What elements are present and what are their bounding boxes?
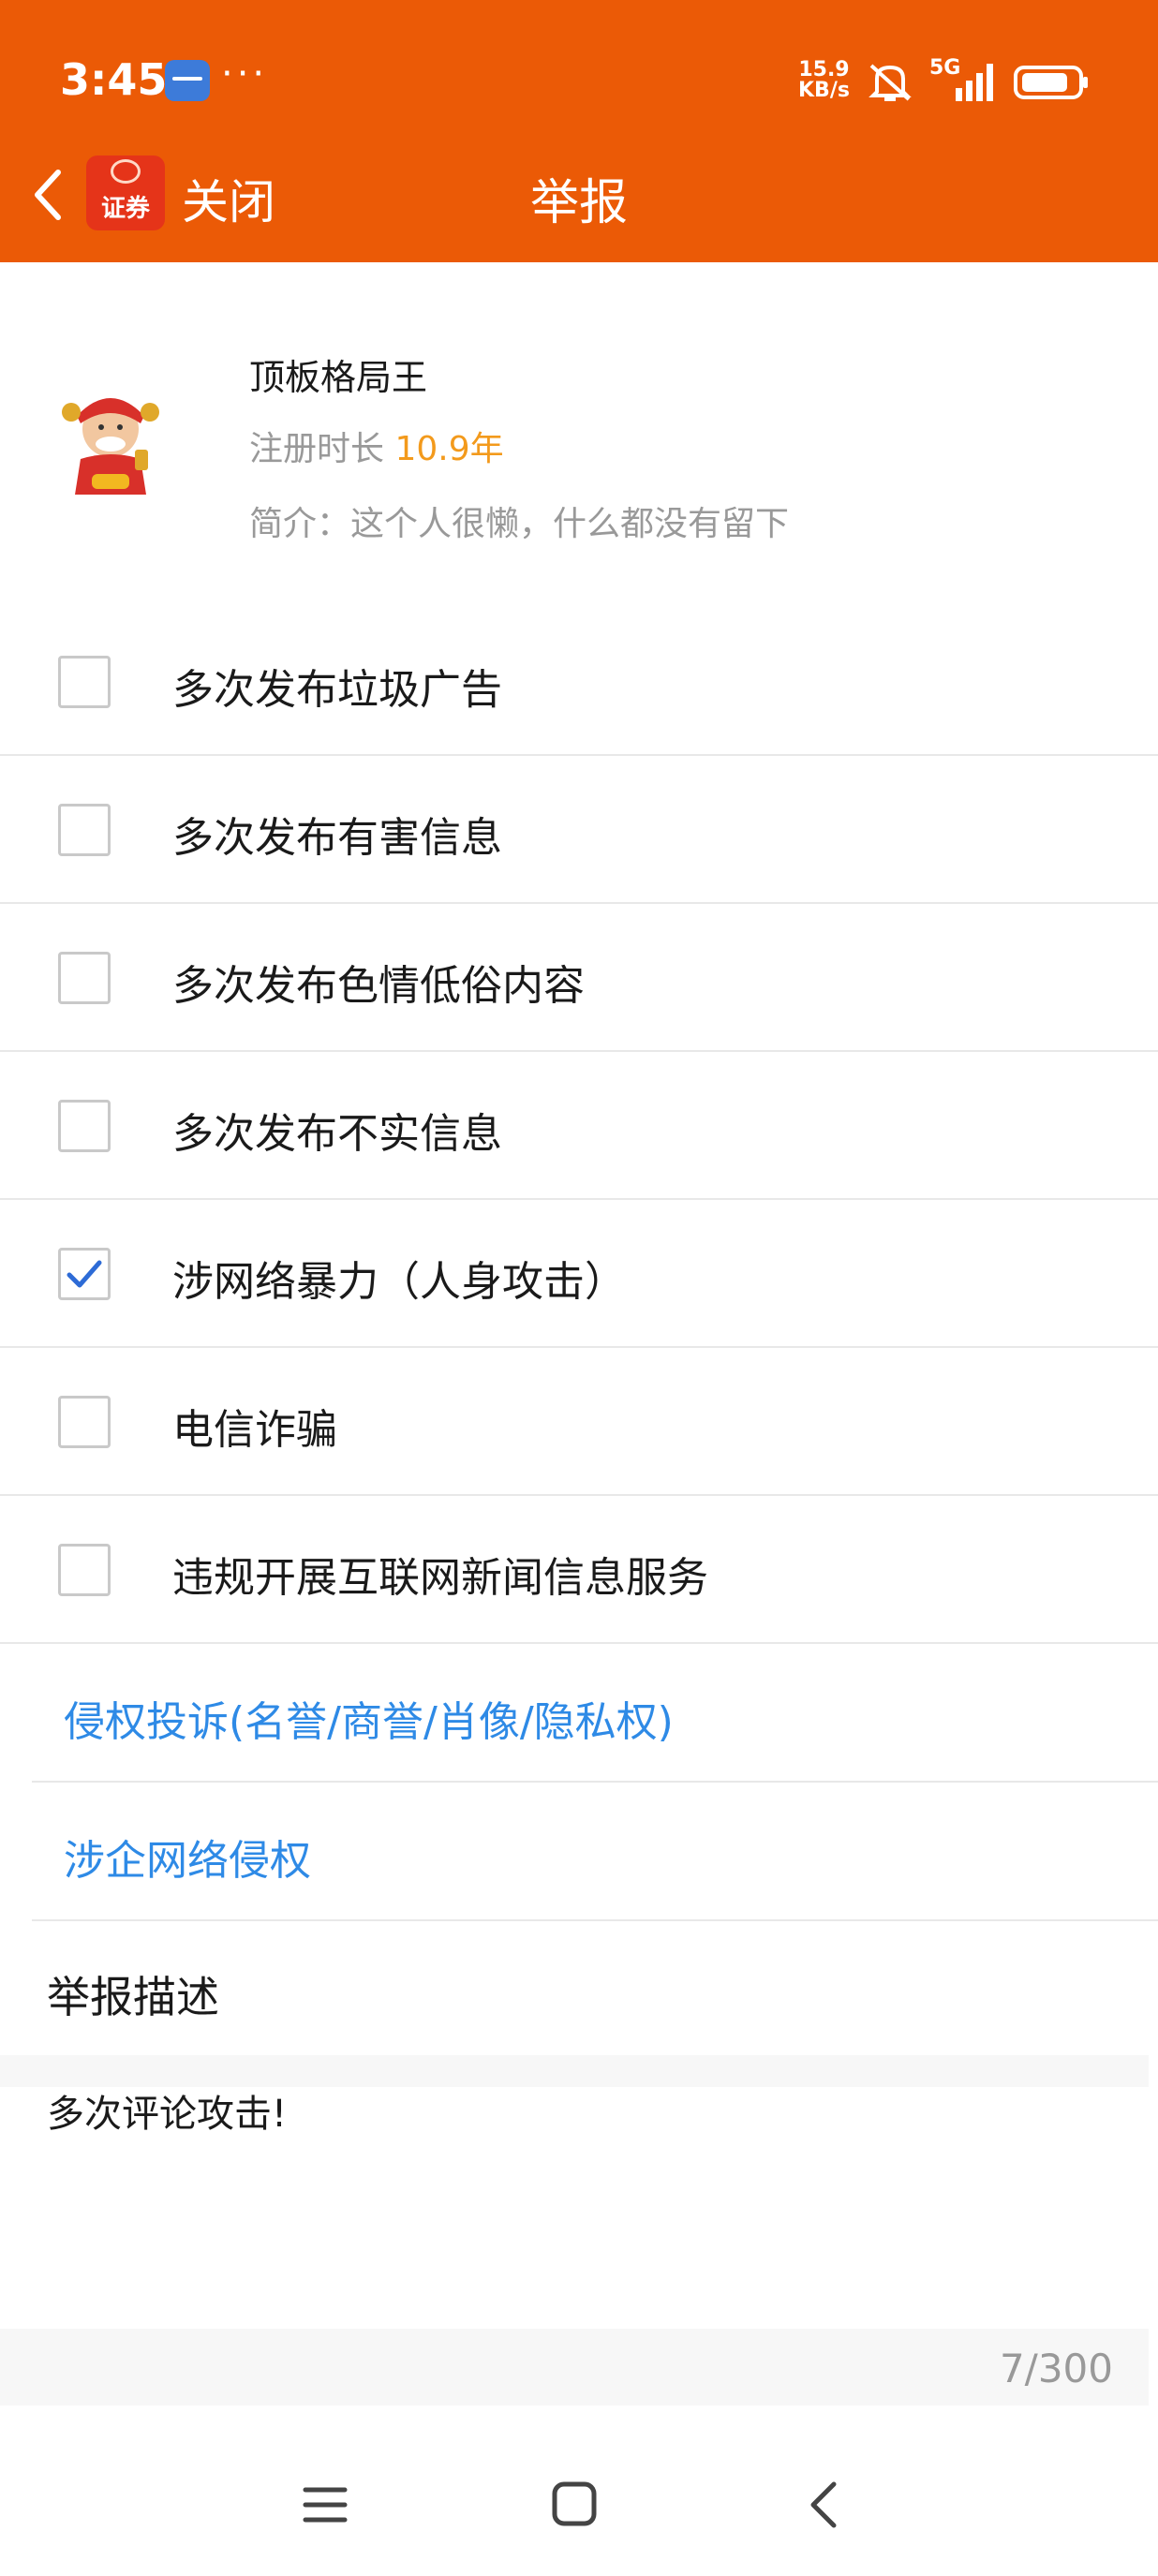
avatar [62, 398, 159, 495]
username: 顶板格局王 [249, 357, 428, 398]
app-header: 3:45 ··· 15.9 KB/s 5G 证券 关闭 举报 [0, 0, 1158, 262]
enterprise-infringement-link[interactable]: 涉企网络侵权 [32, 1782, 1158, 1921]
checkbox[interactable] [58, 1100, 111, 1152]
option-label: 违规开展互联网新闻信息服务 [172, 1554, 708, 1602]
user-bio: 简介：这个人很懒，什么都没有留下 [249, 505, 790, 543]
option-label: 电信诈骗 [172, 1406, 337, 1454]
description-band-top [0, 2055, 1149, 2087]
signal-icon [956, 64, 993, 101]
description-text[interactable]: 多次评论攻击! [47, 2083, 287, 2138]
report-option[interactable]: 多次发布垃圾广告 [0, 607, 1158, 756]
option-label: 涉网络暴力（人身攻击） [172, 1258, 626, 1306]
checkbox[interactable] [58, 804, 111, 856]
report-option[interactable]: 违规开展互联网新闻信息服务 [0, 1495, 1158, 1644]
description-band-bottom [0, 2329, 1149, 2406]
status-bar: 3:45 ··· 15.9 KB/s 5G [0, 0, 1158, 159]
back-icon[interactable] [808, 2479, 839, 2531]
report-option[interactable]: 涉网络暴力（人身攻击） [0, 1199, 1158, 1348]
infringement-complaint-link[interactable]: 侵权投诉(名誉/商誉/肖像/隐私权) [32, 1643, 1158, 1783]
page-title: 举报 [529, 175, 628, 231]
checkbox-checked[interactable] [58, 1248, 111, 1300]
home-icon[interactable] [551, 2480, 598, 2527]
net-speed: 15.9 KB/s [798, 60, 850, 101]
registration-value: 10.9年 [394, 430, 504, 468]
registration-duration: 注册时长 10.9年 [249, 422, 504, 470]
checkbox[interactable] [58, 656, 111, 708]
checkbox[interactable] [58, 1396, 111, 1448]
option-label: 多次发布有害信息 [172, 814, 502, 862]
net-speed-unit: KB/s [798, 79, 850, 102]
registration-label: 注册时长 [249, 430, 395, 468]
app-notification-icon [165, 60, 210, 101]
option-label: 多次发布色情低俗内容 [172, 962, 585, 1010]
option-label: 多次发布垃圾广告 [172, 666, 502, 714]
report-option[interactable]: 多次发布有害信息 [0, 755, 1158, 904]
option-label: 多次发布不实信息 [172, 1110, 502, 1158]
net-speed-value: 15.9 [798, 58, 850, 81]
report-option[interactable]: 电信诈骗 [0, 1347, 1158, 1496]
more-notifications-icon: ··· [221, 52, 269, 96]
report-option[interactable]: 多次发布不实信息 [0, 1051, 1158, 1200]
battery-icon [1014, 66, 1088, 99]
checkmark-icon [67, 1260, 102, 1288]
checkbox[interactable] [58, 952, 111, 1004]
description-title: 举报描述 [47, 1972, 219, 2022]
character-count: 7/300 [999, 2346, 1113, 2391]
report-option[interactable]: 多次发布色情低俗内容 [0, 903, 1158, 1052]
link-label[interactable]: 涉企网络侵权 [64, 1827, 311, 1887]
menu-icon[interactable] [302, 2484, 349, 2525]
link-label[interactable]: 侵权投诉(名誉/商誉/肖像/隐私权) [64, 1688, 674, 1748]
status-time: 3:45 [60, 54, 168, 105]
checkbox[interactable] [58, 1544, 111, 1596]
bell-muted-icon [868, 64, 912, 101]
